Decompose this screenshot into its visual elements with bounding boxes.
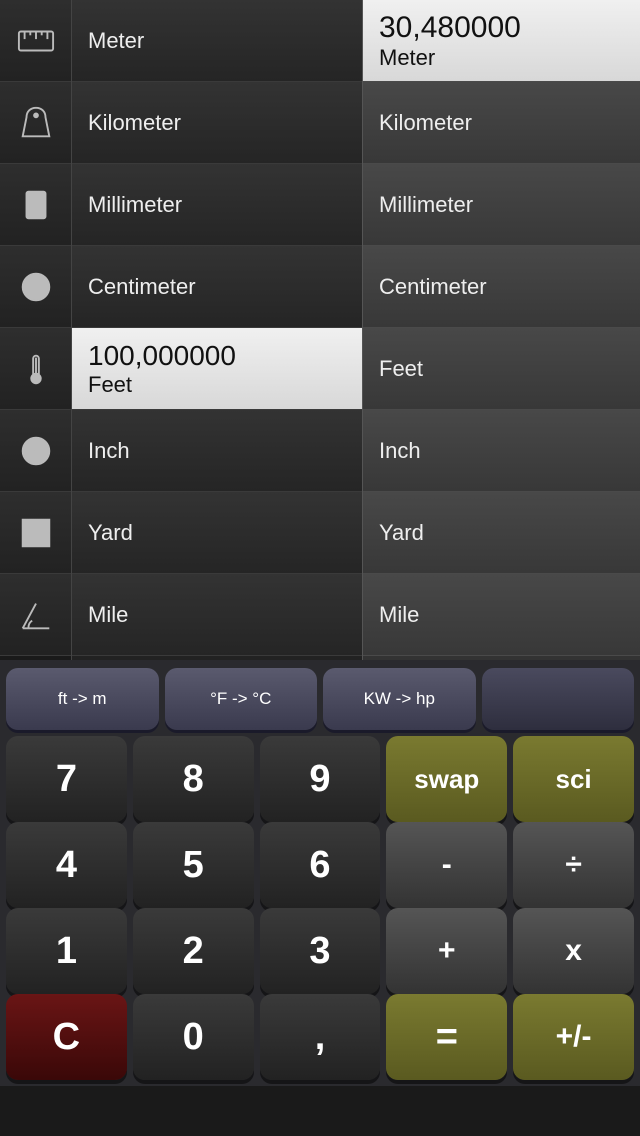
keyboard-section: ft -> m°F -> °CKW -> hp 789swapsci456-÷1… [0, 660, 640, 1086]
left-unit-name-centimeter: Centimeter [88, 274, 196, 300]
left-unit-feet[interactable]: 100,000000Feet [72, 328, 362, 410]
key-4[interactable]: 4 [6, 822, 127, 908]
key-6[interactable]: 6 [260, 822, 381, 908]
key-1[interactable]: 1 [6, 908, 127, 994]
conversion-row: ft -> m°F -> °CKW -> hp [6, 668, 634, 730]
left-unit-meter[interactable]: Meter [72, 0, 362, 82]
key-8[interactable]: 8 [133, 736, 254, 822]
pressure-icon-cell[interactable] [0, 410, 71, 492]
conv-btn-more[interactable] [482, 668, 635, 730]
left-unit-value-feet: 100,000000 [88, 340, 236, 372]
key-equals[interactable]: = [386, 994, 507, 1080]
right-unit-column: 30,480000Meter Kilometer Millimeter Centime… [362, 0, 640, 660]
key-multiply[interactable]: x [513, 908, 634, 994]
unit-icon-column [0, 0, 72, 660]
key-plusminus[interactable]: +/- [513, 994, 634, 1080]
conv-btn-ft-m[interactable]: ft -> m [6, 668, 159, 730]
left-unit-millimeter[interactable]: Millimeter [72, 164, 362, 246]
key-9[interactable]: 9 [260, 736, 381, 822]
left-unit-centimeter[interactable]: Centimeter [72, 246, 362, 328]
right-unit-millimeter[interactable]: Millimeter [363, 164, 640, 246]
key-3[interactable]: 3 [260, 908, 381, 994]
left-unit-name-inch: Inch [88, 438, 130, 464]
conv-btn-kw-hp[interactable]: KW -> hp [323, 668, 476, 730]
key-minus[interactable]: - [386, 822, 507, 908]
key-swap[interactable]: swap [386, 736, 507, 822]
key-7[interactable]: 7 [6, 736, 127, 822]
left-unit-name-millimeter: Millimeter [88, 192, 182, 218]
right-unit-value-meter: 30,480000 [379, 11, 521, 45]
left-unit-name-meter: Meter [88, 28, 144, 54]
key-plus[interactable]: + [386, 908, 507, 994]
clock-icon-cell[interactable] [0, 246, 71, 328]
key-row: 123+x [6, 908, 634, 994]
key-comma[interactable]: , [260, 994, 381, 1080]
key-row: 456-÷ [6, 822, 634, 908]
right-unit-feet[interactable]: Feet [363, 328, 640, 410]
key-row: 789swapsci [6, 736, 634, 822]
unit-label-column: Meter Kilometer Millimeter Centimeter 100,00… [72, 0, 362, 660]
angle-icon-cell[interactable] [0, 574, 71, 656]
left-unit-inch[interactable]: Inch [72, 410, 362, 492]
key-divide[interactable]: ÷ [513, 822, 634, 908]
weight-icon-cell[interactable] [0, 82, 71, 164]
conv-btn-f-c[interactable]: °F -> °C [165, 668, 318, 730]
right-unit-name-meter: Meter [379, 45, 435, 71]
fabric-icon-cell[interactable] [0, 492, 71, 574]
cylinder-icon-cell[interactable] [0, 164, 71, 246]
right-unit-name-inch: Inch [379, 438, 421, 464]
right-unit-yard[interactable]: Yard [363, 492, 640, 574]
keypad-rows: 789swapsci456-÷123+xC0,=+/- [6, 736, 634, 1080]
right-unit-inch[interactable]: Inch [363, 410, 640, 492]
key-2[interactable]: 2 [133, 908, 254, 994]
right-unit-name-feet: Feet [379, 356, 423, 382]
key-sci[interactable]: sci [513, 736, 634, 822]
right-unit-mile[interactable]: Mile [363, 574, 640, 656]
thermometer-icon-cell[interactable] [0, 328, 71, 410]
right-unit-meter[interactable]: 30,480000Meter [363, 0, 640, 82]
left-unit-yard[interactable]: Yard [72, 492, 362, 574]
right-unit-name-mile: Mile [379, 602, 419, 628]
right-unit-centimeter[interactable]: Centimeter [363, 246, 640, 328]
right-unit-kilometer[interactable]: Kilometer [363, 82, 640, 164]
left-unit-mile[interactable]: Mile [72, 574, 362, 656]
left-unit-name-kilometer: Kilometer [88, 110, 181, 136]
right-unit-name-centimeter: Centimeter [379, 274, 487, 300]
right-unit-name-millimeter: Millimeter [379, 192, 473, 218]
left-unit-kilometer[interactable]: Kilometer [72, 82, 362, 164]
key-clear[interactable]: C [6, 994, 127, 1080]
left-unit-name-feet: Feet [88, 372, 132, 398]
left-unit-name-mile: Mile [88, 602, 128, 628]
left-unit-name-yard: Yard [88, 520, 133, 546]
ruler-icon-cell[interactable] [0, 0, 71, 82]
right-unit-name-kilometer: Kilometer [379, 110, 472, 136]
key-row: C0,=+/- [6, 994, 634, 1080]
key-0[interactable]: 0 [133, 994, 254, 1080]
right-unit-name-yard: Yard [379, 520, 424, 546]
key-5[interactable]: 5 [133, 822, 254, 908]
